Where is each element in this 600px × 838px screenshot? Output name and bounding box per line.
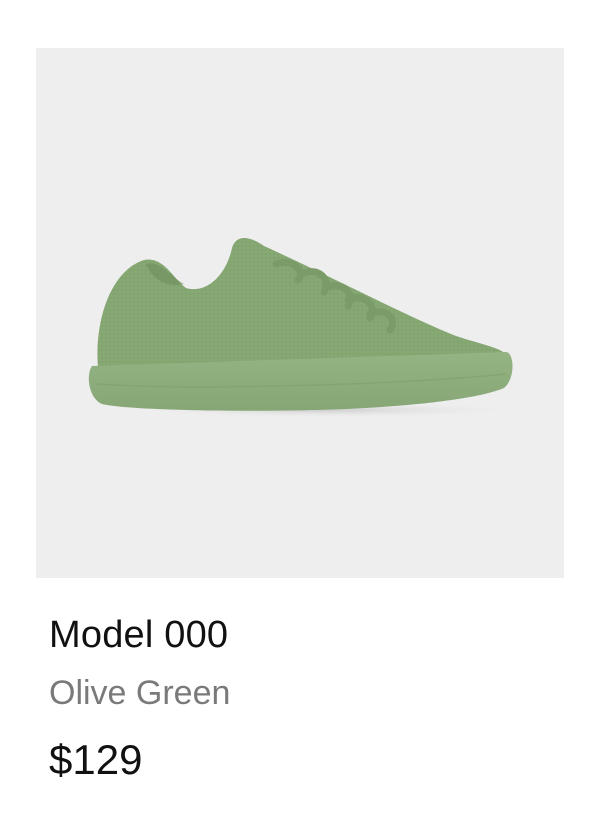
product-image[interactable] (36, 48, 564, 578)
sneaker-image (88, 238, 526, 418)
product-name[interactable]: Model 000 (49, 612, 228, 658)
product-card[interactable]: Model 000 Olive Green $129 (0, 0, 600, 838)
product-color: Olive Green (49, 674, 231, 712)
product-price: $129 (49, 736, 143, 783)
shoe-upper (97, 238, 511, 370)
